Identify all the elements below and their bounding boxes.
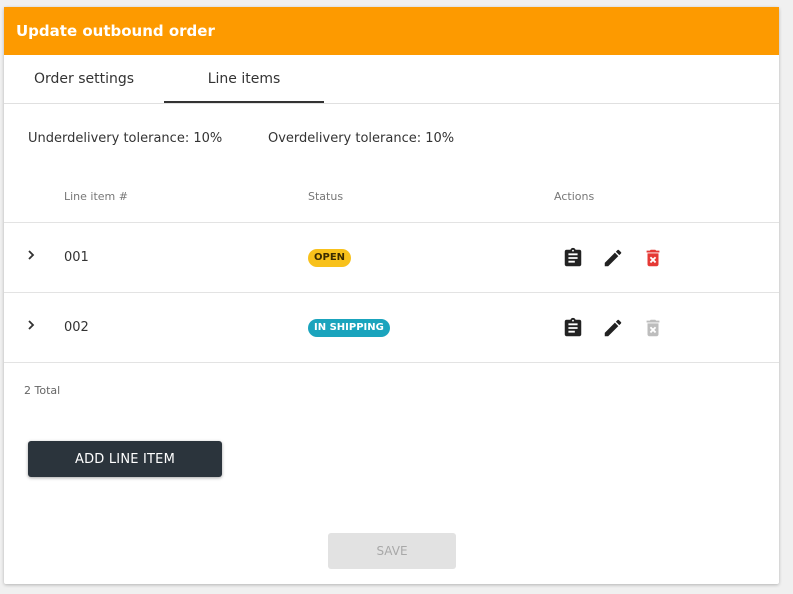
table-row: 002 IN SHIPPING	[4, 293, 779, 363]
active-tab-indicator	[164, 101, 324, 103]
column-header-line-item: Line item #	[64, 190, 128, 203]
tab-line-items[interactable]: Line items	[164, 55, 324, 103]
dialog-title: Update outbound order	[4, 7, 779, 55]
tab-bar: Order settings Line items	[4, 55, 779, 104]
chevron-right-icon[interactable]	[26, 319, 36, 330]
column-header-actions: Actions	[554, 190, 595, 203]
edit-icon[interactable]	[602, 317, 624, 339]
status-badge: IN SHIPPING	[308, 319, 390, 337]
line-item-number: 001	[64, 250, 89, 265]
column-header-status: Status	[308, 190, 344, 203]
underdelivery-tolerance: Underdelivery tolerance: 10%	[28, 131, 223, 146]
table-divider	[4, 362, 779, 363]
row-total-count: 2 Total	[24, 384, 61, 397]
tab-order-settings[interactable]: Order settings	[4, 55, 164, 103]
overdelivery-tolerance: Overdelivery tolerance: 10%	[268, 131, 455, 146]
save-button[interactable]: SAVE	[328, 533, 456, 569]
edit-icon[interactable]	[602, 247, 624, 269]
status-badge: OPEN	[308, 249, 352, 267]
chevron-right-icon[interactable]	[26, 249, 36, 260]
line-item-number: 002	[64, 320, 89, 335]
delete-icon	[642, 317, 664, 339]
delete-icon[interactable]	[642, 247, 664, 269]
update-order-dialog: Update outbound order Order settings Lin…	[4, 7, 779, 584]
table-row: 001 OPEN	[4, 223, 779, 293]
clipboard-icon[interactable]	[562, 247, 584, 269]
add-line-item-button[interactable]: ADD LINE ITEM	[28, 441, 222, 477]
clipboard-icon[interactable]	[562, 317, 584, 339]
